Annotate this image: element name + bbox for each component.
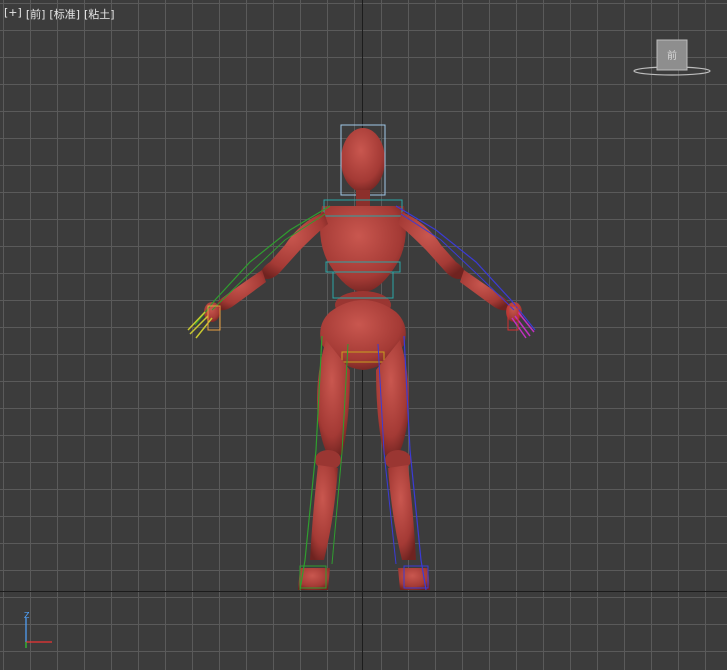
right-leg-mesh[interactable] — [376, 335, 430, 591]
torso-mesh[interactable] — [320, 199, 406, 370]
left-arm-mesh[interactable] — [187, 205, 331, 339]
viewcube-icon[interactable]: 前 — [632, 38, 712, 78]
axis-gizmo-icon: Z — [24, 612, 52, 648]
right-arm-mesh[interactable] — [395, 205, 536, 339]
viewcube-face-label: 前 — [667, 49, 677, 62]
character-model[interactable] — [0, 0, 727, 670]
gizmo-z-label: Z — [24, 612, 30, 620]
head-mesh[interactable] — [340, 124, 386, 206]
front-viewport[interactable]: [+] [前] [标准] [粘土] 前 Z — [0, 0, 727, 670]
left-leg-mesh[interactable] — [298, 335, 350, 591]
